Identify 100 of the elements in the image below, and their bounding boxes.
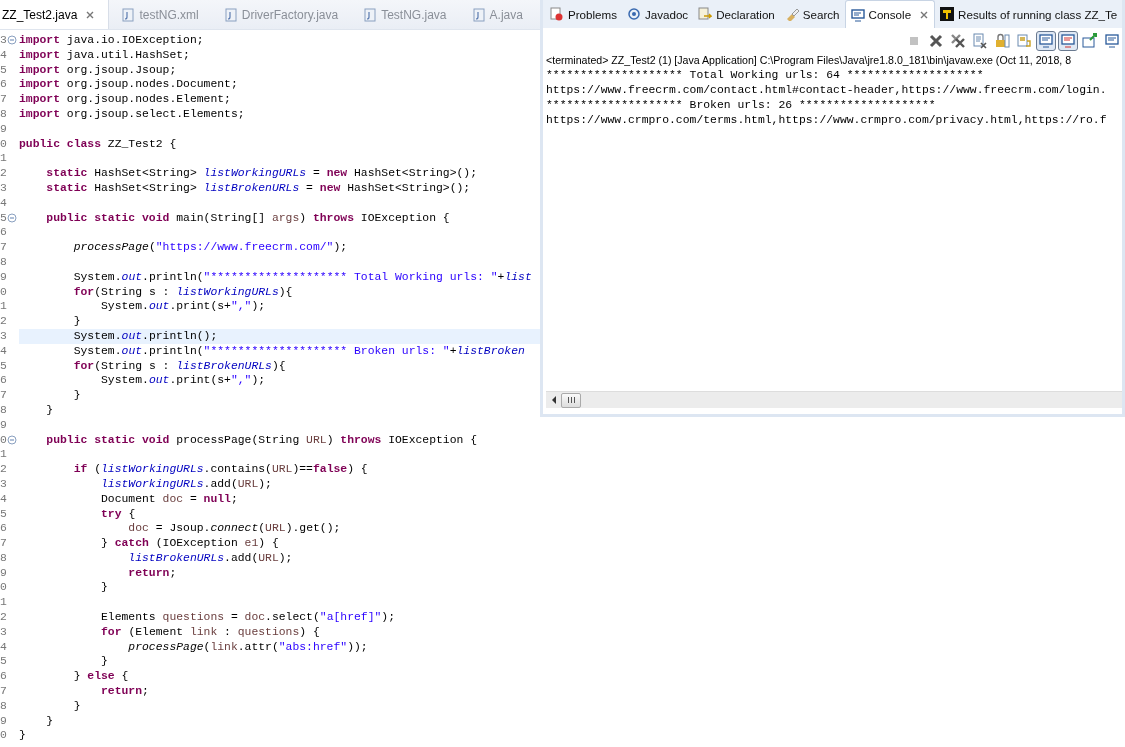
code-line: } — [100, 581, 108, 594]
line-number: 8 — [0, 107, 7, 122]
line-number: 4 — [0, 195, 7, 211]
line-number: 8 — [0, 402, 7, 418]
code-line: System.out.print(s+","); — [100, 300, 266, 313]
line-number: 6 — [0, 669, 7, 685]
line-number: 0 — [0, 580, 7, 596]
code-line: import org.jsoup.nodes.Document; — [19, 78, 238, 91]
pin-icon — [1082, 33, 1098, 49]
line-number: 4 — [0, 343, 7, 359]
console-output-line: ******************** Total Working urls: 64 ******************** — [546, 68, 985, 83]
line-number: 8 — [0, 550, 7, 566]
code-line: } else { — [72, 670, 129, 683]
line-number: 1 — [0, 299, 7, 315]
code-line: Elements questions = doc.select("a[href]"); — [100, 611, 395, 624]
code-line: } — [100, 655, 108, 668]
view-tab[interactable]: Results of running class ZZ_Te — [935, 0, 1123, 28]
line-number: 4 — [0, 491, 7, 507]
line-number: 5 — [0, 62, 7, 78]
code-line: static HashSet<String> listWorkingURLs = new HashSet<String>(); — [45, 167, 478, 180]
code-line: } — [19, 729, 26, 742]
testng-icon — [940, 7, 955, 21]
toolbar-button[interactable] — [1102, 31, 1122, 51]
line-number: 8 — [0, 698, 7, 714]
line-number: 6 — [0, 521, 7, 537]
close-icon[interactable] — [85, 9, 96, 20]
code-line: return; — [100, 685, 149, 698]
editor-tab[interactable]: ZZ_Test2.java — [0, 0, 110, 29]
code-line: processPage("https://www.freecrm.com/"); — [72, 241, 348, 254]
code-line: listBrokenURLs.add(URL); — [127, 551, 293, 564]
clear-icon — [972, 33, 988, 49]
code-line: System.out.println("******************** Total Working urls: "+list — [72, 270, 532, 283]
console-output-line: https://www.crmpro.com/terms.html,https://www.crmpro.com/privacy.html,https://ro.f — [546, 113, 1108, 128]
line-number: 7 — [0, 536, 7, 551]
code-line: listWorkingURLs.add(URL); — [100, 477, 272, 490]
code-line: import org.jsoup.select.Elements; — [19, 108, 245, 120]
collapse-icon[interactable] — [7, 434, 17, 445]
scroll-thumb[interactable] — [561, 392, 581, 408]
line-number: 2 — [0, 610, 7, 625]
collapse-icon[interactable] — [7, 212, 17, 223]
code-line: System.out.println("******************** Broken urls: "+listBroken — [72, 344, 525, 357]
line-number: 0 — [0, 432, 7, 448]
view-tab[interactable]: Console — [844, 0, 936, 28]
line-number: 7 — [0, 240, 7, 255]
view-tab[interactable]: Javadoc — [621, 0, 694, 28]
line-number: 7 — [0, 684, 7, 699]
close-icon[interactable] — [919, 9, 930, 20]
code-line: import org.jsoup.nodes.Element; — [19, 93, 231, 106]
line-number: 9 — [0, 269, 7, 285]
line-number: 1 — [0, 447, 7, 463]
code-line: } — [45, 403, 54, 416]
code-line: import java.util.HashSet; — [19, 48, 190, 61]
code-line: Document doc = null; — [100, 492, 238, 505]
lock-icon — [994, 33, 1010, 49]
code-line: import org.jsoup.Jsoup; — [19, 63, 177, 76]
line-number: 3 — [0, 476, 7, 492]
scroll-left-icon[interactable] — [550, 395, 558, 405]
line-number: 5 — [0, 654, 7, 670]
code-line: if (listWorkingURLs.contains(URL)==false) { — [72, 463, 368, 476]
monitor-icon — [1038, 33, 1054, 49]
launch-status: <terminated> ZZ_Test2 (1) [Java Application] C:\Program Files\Java\jre1.8.0_181\bin\javaw.exe (Oct 11, 2018, 8 — [546, 53, 1073, 68]
code-line: try { — [100, 507, 136, 520]
java-file-icon — [363, 7, 378, 22]
line-number: 2 — [0, 166, 7, 181]
code-line: import java.io.IOException; — [19, 34, 204, 46]
toolbar-button[interactable] — [1080, 31, 1100, 51]
toolbar-button[interactable] — [1058, 31, 1078, 51]
code-line: public class ZZ_Test2 { — [19, 137, 177, 150]
code-line: } — [45, 714, 54, 727]
code-line: return; — [127, 566, 177, 579]
code-line: } — [72, 315, 81, 328]
line-number: 2 — [0, 462, 7, 477]
monitor-error-icon — [1060, 33, 1076, 49]
code-line: System.out.println(); — [72, 329, 218, 342]
console-output-line: https://www.freecrm.com/contact.html#contact-header,https://www.freecrm.com/login. — [546, 83, 1108, 98]
line-number: 7 — [0, 92, 7, 107]
line-number: 5 — [0, 506, 7, 522]
code-line: } catch (IOException e1) { — [100, 537, 279, 550]
line-number: 1 — [0, 595, 7, 611]
line-number: 6 — [0, 373, 7, 389]
toolbar-button[interactable] — [1036, 31, 1056, 51]
line-number: 3 — [0, 328, 7, 344]
remove-all-icon — [950, 33, 966, 49]
line-number: 9 — [0, 565, 7, 581]
remove-icon — [928, 33, 944, 49]
view-tab[interactable]: Search — [779, 0, 845, 28]
horizontal-scrollbar[interactable] — [546, 391, 1122, 408]
line-number: 9 — [0, 713, 7, 729]
monitor-icon — [850, 7, 865, 22]
code-line: } — [72, 389, 81, 402]
code-line: static HashSet<String> listBrokenURLs = new HashSet<String>(); — [45, 181, 471, 194]
line-number: 4 — [0, 47, 7, 63]
code-line: for(String s : listBrokenURLs){ — [72, 359, 286, 372]
view-tab[interactable]: Declaration — [693, 0, 780, 28]
toolbar-button[interactable] — [970, 31, 990, 51]
collapse-icon[interactable] — [7, 35, 17, 46]
line-number: 1 — [0, 151, 7, 167]
line-number: 7 — [0, 388, 7, 403]
line-number: 3 — [0, 624, 7, 640]
view-tab[interactable]: Problems — [545, 0, 622, 28]
